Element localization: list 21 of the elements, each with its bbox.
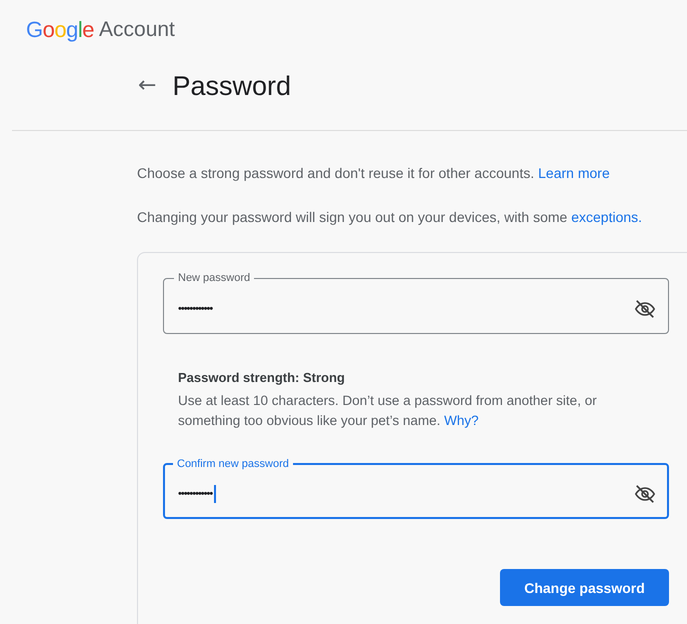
change-password-button[interactable]: Change password (500, 569, 669, 606)
field-label: New password (177, 271, 252, 285)
password-field[interactable]: New password •••••••••••• (163, 271, 669, 334)
hint-text: Use at least 10 characters. Don’t use a password from another site, or something too obvious like your pet’s name. Why? (178, 392, 598, 430)
link[interactable]: Learn more (538, 165, 610, 181)
password-value: •••••••••••• (178, 303, 212, 315)
eye-off-icon[interactable] (634, 298, 656, 320)
logo: Google (26, 17, 94, 43)
eye-off-icon[interactable] (634, 483, 656, 505)
link[interactable]: exceptions. (571, 209, 642, 225)
field-label: Confirm new password (176, 457, 290, 471)
page-title: Password (172, 70, 291, 102)
info-text: Choose a strong password and don't reuse it for other accounts. Learn more (137, 164, 611, 182)
link[interactable]: Why? (444, 413, 479, 428)
password-field[interactable]: Confirm new password •••••••••••• (163, 457, 669, 519)
text-cursor (214, 485, 216, 503)
info-text: Changing your password will sign you out on your devices, with some exceptions. (137, 208, 644, 226)
product-name: Account (99, 18, 175, 42)
password-value: •••••••••••• (178, 488, 212, 500)
strength-label: Password strength: Strong (178, 370, 346, 385)
back-button[interactable]: ← (134, 75, 160, 97)
